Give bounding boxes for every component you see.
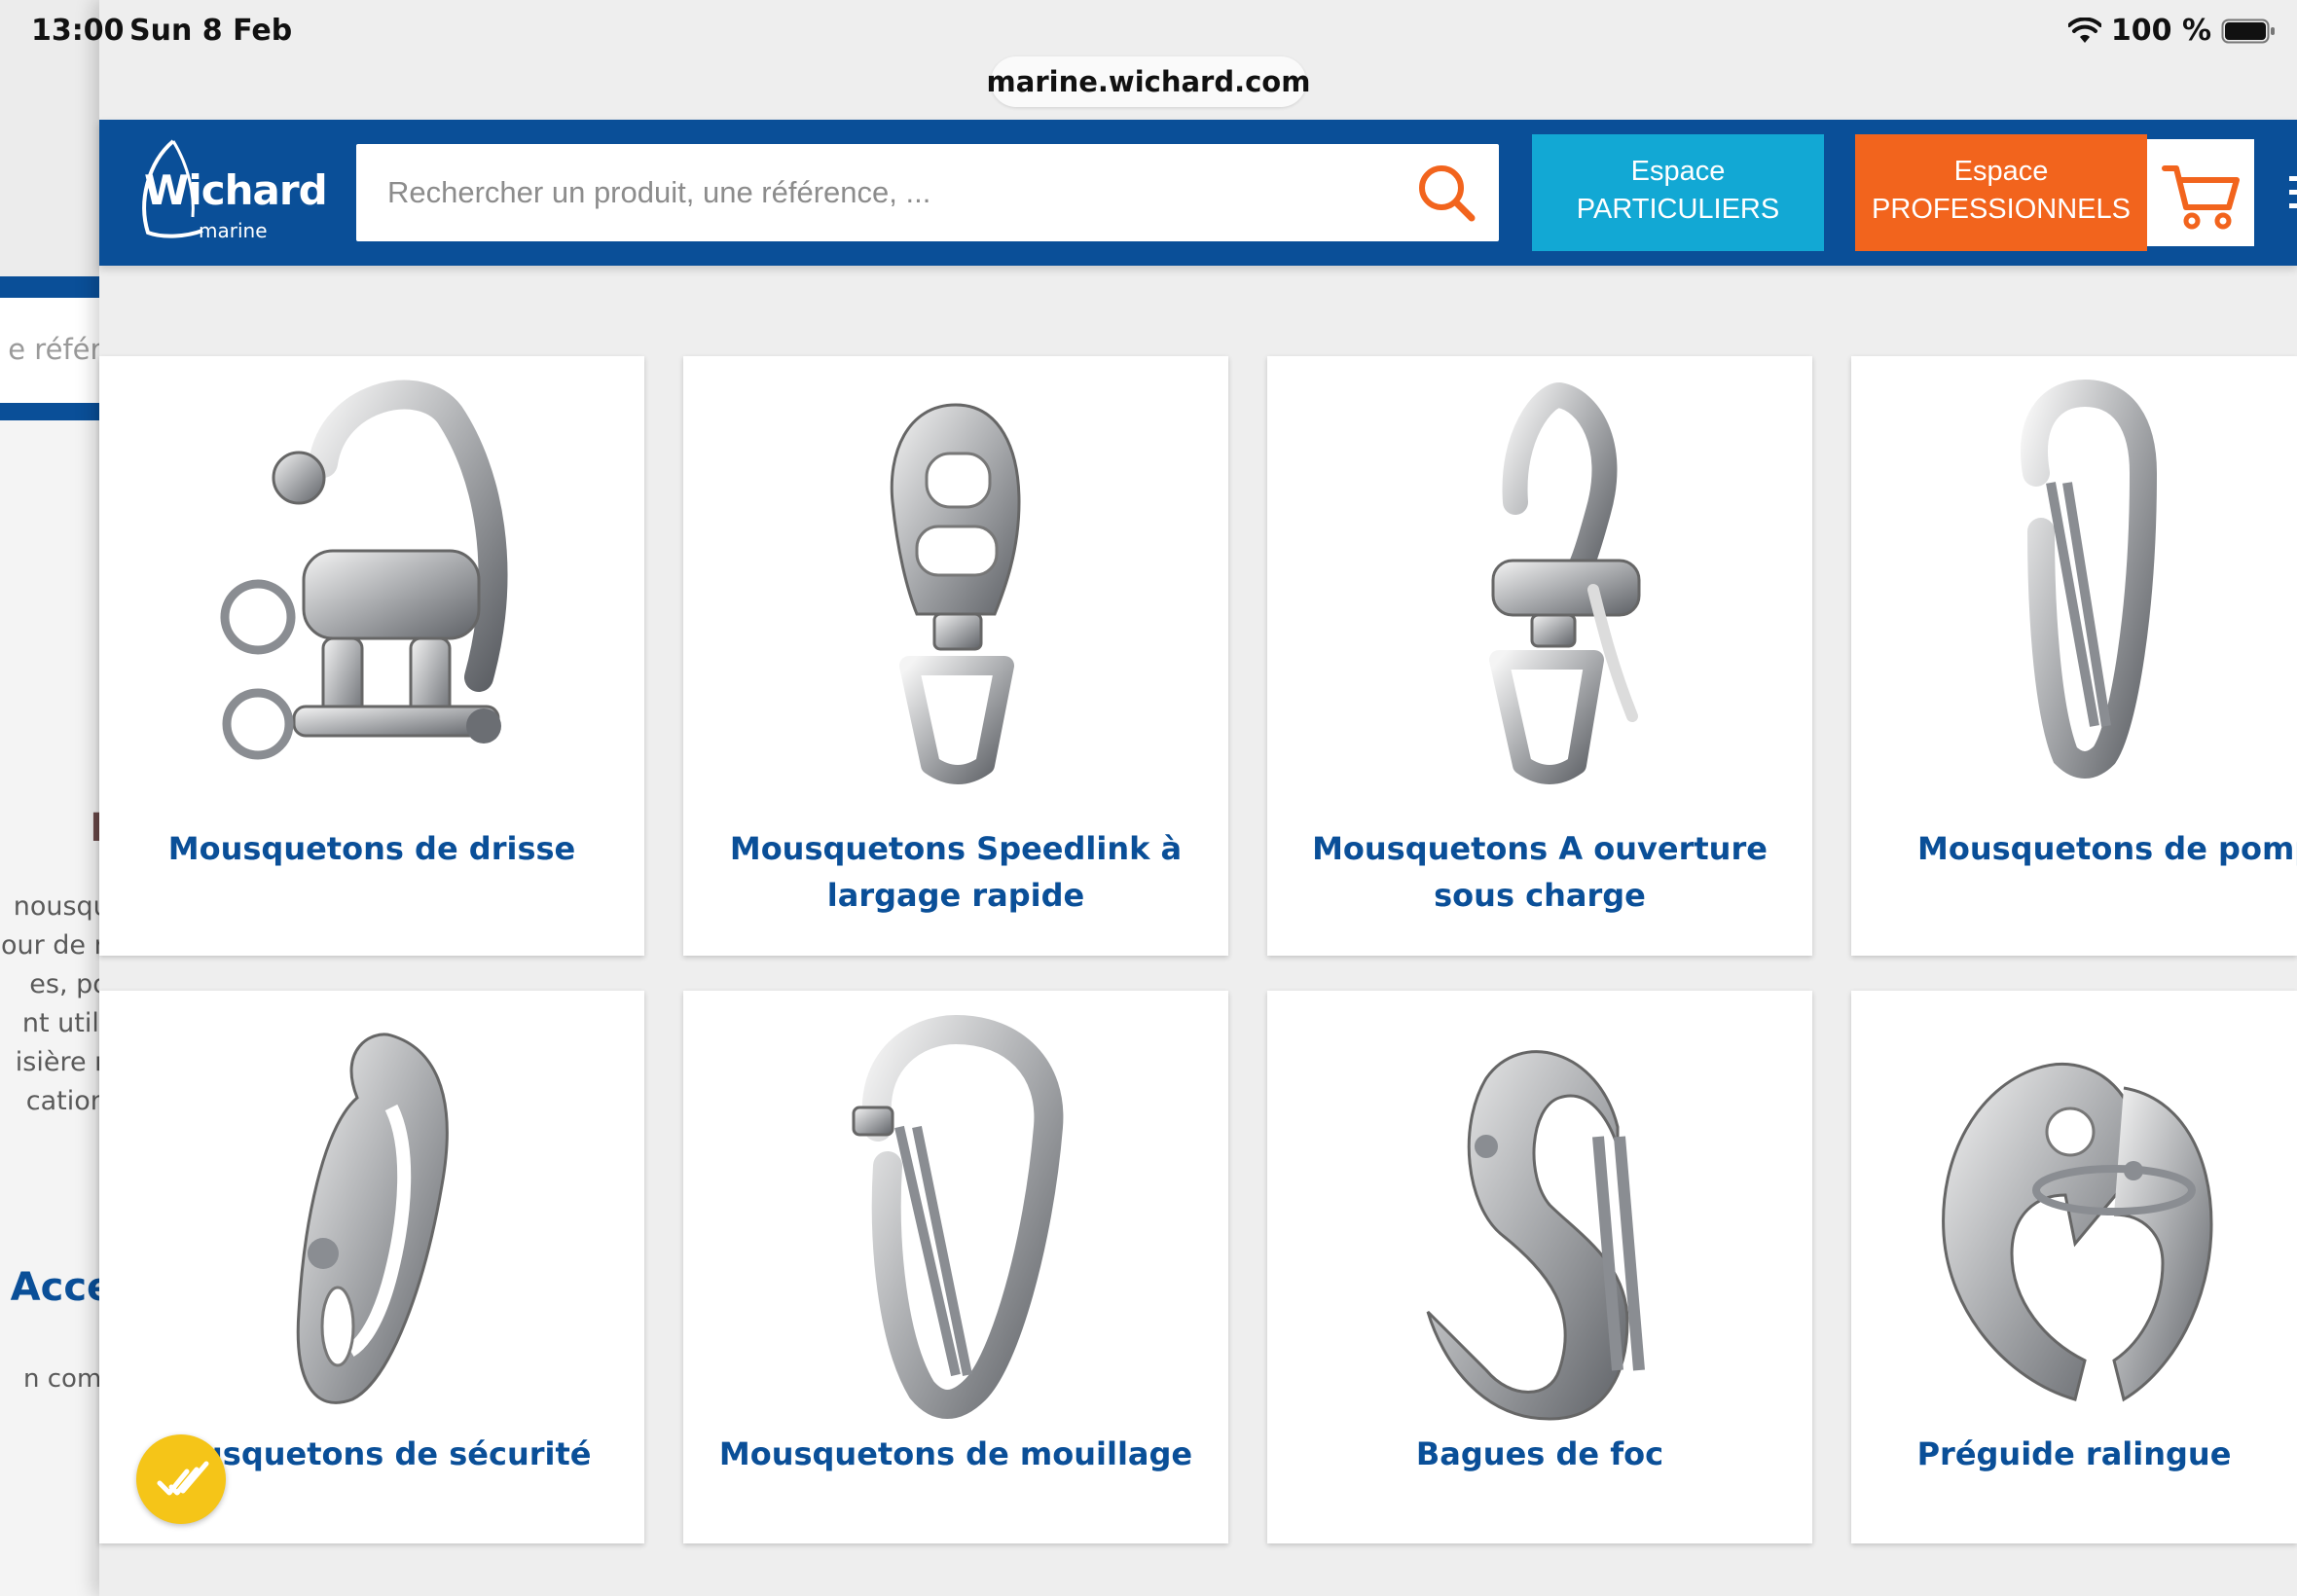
product-card[interactable]: Mousquetons de drisse [99,356,644,956]
professionnels-line2: PROFESSIONNELS [1872,194,2131,225]
particuliers-line1: Espace [1630,156,1726,187]
search-box [356,144,1499,241]
status-date: Sun 8 Feb [129,14,293,48]
luff-feeder-icon [1942,1062,2213,1402]
search-input[interactable] [387,144,1380,241]
product-card[interactable]: Préguide ralingue [1851,991,2297,1543]
search-button[interactable] [1415,162,1477,224]
battery-icon [2221,18,2275,43]
wichard-logo[interactable]: Wichard marine [134,137,328,246]
status-right: 100 % [2067,14,2276,48]
product-label: Bagues de foc [1415,1435,1664,1472]
browser-window: marine.wichard.com Wichard marine Espace… [99,0,2297,1596]
mooring-snap-icon [852,1014,1064,1419]
status-time: 13:00 [31,14,125,48]
product-label: usquetons de sécurité [201,1435,592,1472]
battery-percent: 100 % [2110,14,2211,48]
snap-shackle-icon [220,380,508,760]
product-card[interactable]: Bagues de foc [1267,991,1812,1543]
safety-snap-icon [296,1033,449,1404]
product-card[interactable]: Mousquetons de pompi [1851,356,2297,956]
speedlink-snap-icon [890,403,1021,784]
url-bar[interactable]: marine.wichard.com [987,56,1310,107]
site-header: Wichard marine Espace PARTICULIERS Espac… [99,120,2297,266]
logo-text: Wichard [144,166,328,214]
espace-particuliers-button[interactable]: Espace PARTICULIERS [1532,134,1824,251]
professionnels-line1: Espace [1953,156,2049,187]
product-label: Mousquetons de mouillage [718,1435,1193,1472]
product-card[interactable]: Mousquetons A ouverture sous charge [1267,356,1812,956]
status-bar: 13:00 Sun 8 Feb 100 % [0,0,2297,62]
product-label: Mousquetons Speedlink à largage rapide [729,830,1183,914]
product-label: Mousquetons A ouverture sous charge [1312,830,1768,914]
cart-icon [2162,165,2240,230]
carabiner-icon [2021,379,2158,779]
product-label: Mousquetons de pompi [1917,830,2297,867]
menu-icon[interactable] [2285,159,2297,227]
wifi-icon [2067,17,2101,43]
product-card[interactable]: Mousquetons Speedlink à largage rapide [683,356,1228,956]
jib-hank-icon [1426,1050,1645,1421]
product-label: Mousquetons de drisse [167,830,576,867]
search-icon [1419,165,1476,222]
load-release-snap-icon [1489,381,1641,784]
espace-professionnels-button[interactable]: Espace PROFESSIONNELS [1855,134,2147,251]
feedback-badge[interactable] [136,1434,226,1524]
product-card[interactable]: Mousquetons de mouillage [683,991,1228,1543]
cart-button[interactable] [2147,139,2254,246]
checkmarks-icon [157,1461,209,1496]
product-label: Préguide ralingue [1916,1435,2232,1472]
logo-subtitle: marine [199,219,268,242]
particuliers-line2: PARTICULIERS [1576,194,1780,225]
